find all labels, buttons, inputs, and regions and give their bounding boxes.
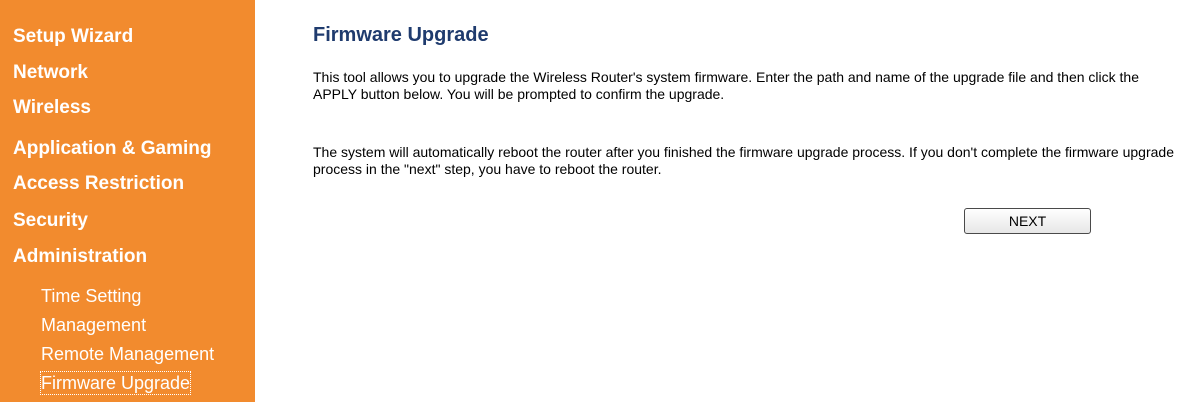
sidebar-item-administration[interactable]: Administration bbox=[13, 246, 147, 268]
sidebar-subitem-remote-management[interactable]: Remote Management bbox=[41, 343, 214, 365]
sidebar-item-security[interactable]: Security bbox=[13, 210, 88, 232]
sidebar-item-wireless[interactable]: Wireless bbox=[13, 97, 91, 119]
sidebar-subitem-management[interactable]: Management bbox=[41, 314, 146, 336]
upgrade-instructions-text: This tool allows you to upgrade the Wire… bbox=[313, 69, 1139, 102]
sidebar-item-network[interactable]: Network bbox=[13, 62, 88, 84]
next-button[interactable]: NEXT bbox=[964, 208, 1091, 234]
sidebar-item-application-gaming[interactable]: Application & Gaming bbox=[13, 138, 211, 160]
sidebar: Setup Wizard Network Wireless Applicatio… bbox=[0, 0, 255, 402]
sidebar-subitem-time-setting[interactable]: Time Setting bbox=[41, 285, 141, 307]
sidebar-subitem-firmware-upgrade[interactable]: Firmware Upgrade bbox=[39, 371, 192, 395]
page-title: Firmware Upgrade bbox=[313, 24, 489, 46]
reboot-notice-text: The system will automatically reboot the… bbox=[313, 144, 1174, 177]
main-content: Firmware Upgrade This tool allows you to… bbox=[313, 0, 1183, 402]
sidebar-item-setup-wizard[interactable]: Setup Wizard bbox=[13, 26, 133, 48]
sidebar-item-access-restriction[interactable]: Access Restriction bbox=[13, 173, 184, 195]
